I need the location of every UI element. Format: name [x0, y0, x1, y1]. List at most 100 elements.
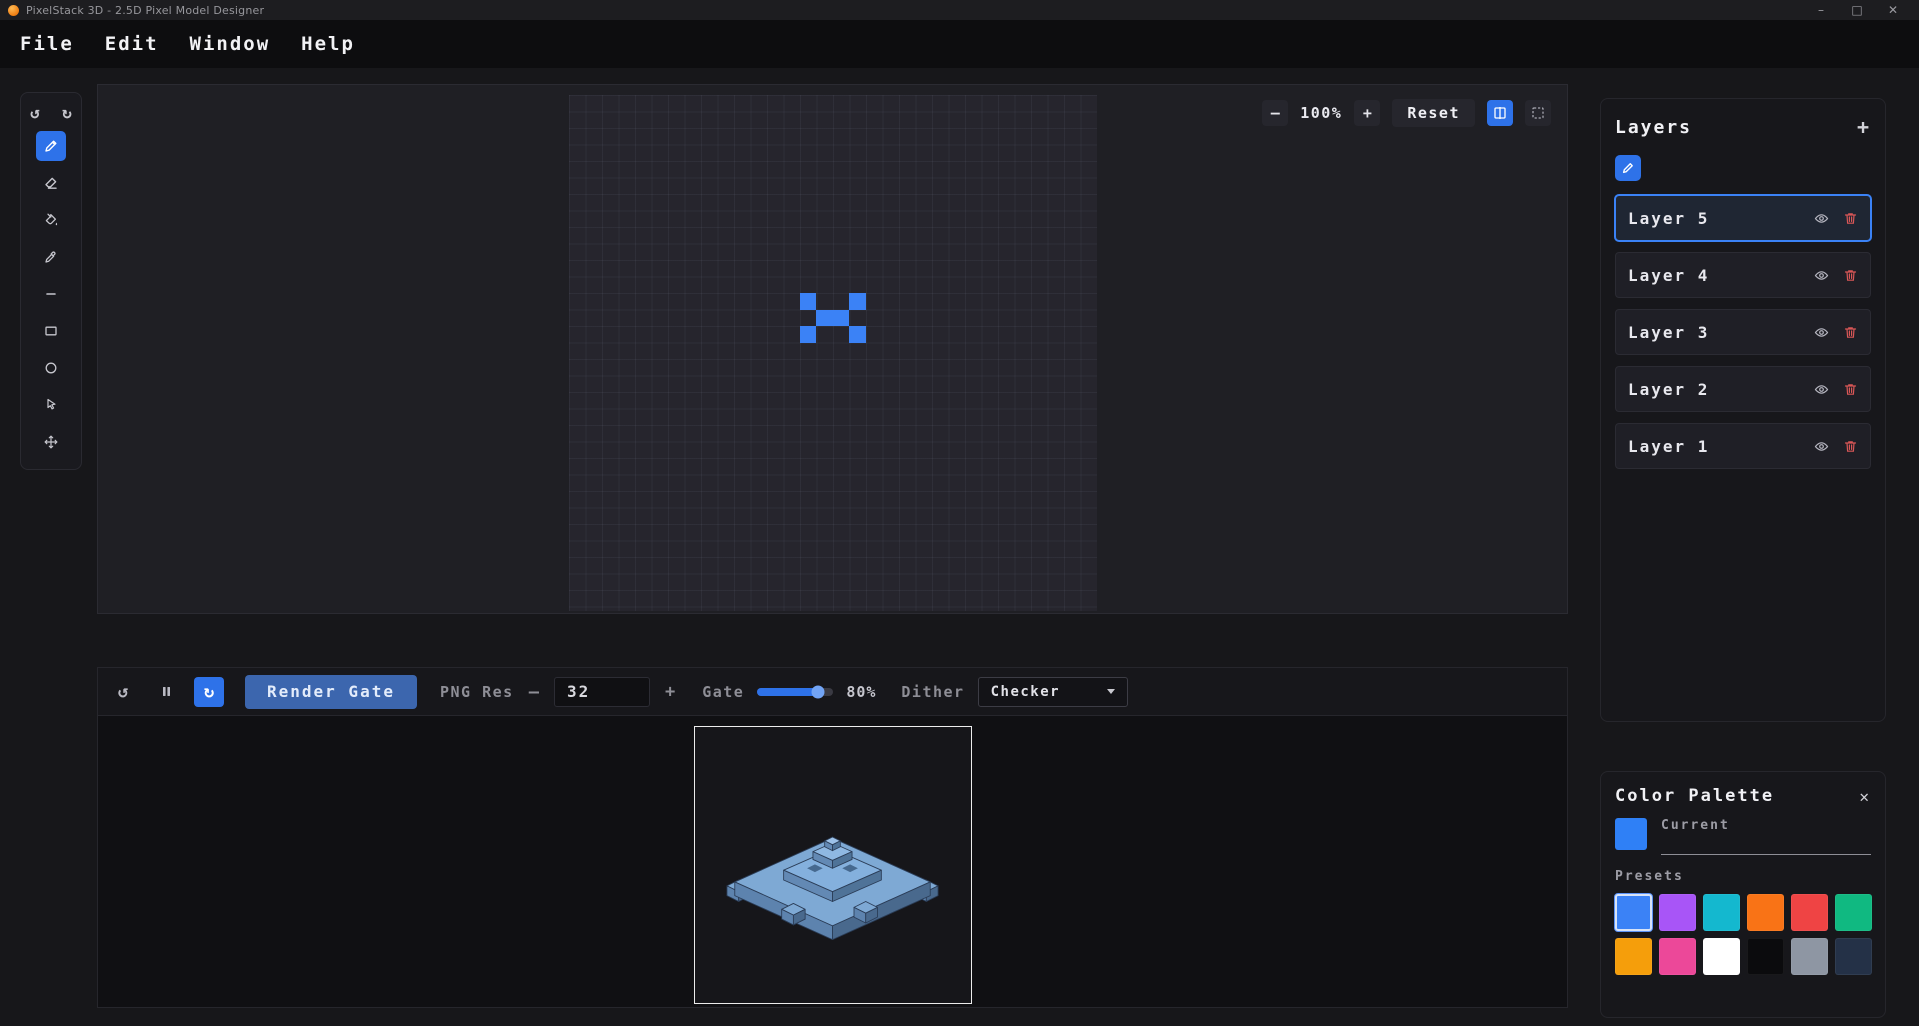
- gate-slider[interactable]: [757, 685, 834, 698]
- layers-panel-title: Layers: [1615, 116, 1693, 138]
- png-res-label: PNG Res: [439, 682, 514, 701]
- preset-swatch[interactable]: [1659, 894, 1696, 931]
- chevron-down-icon: [1106, 689, 1115, 694]
- preset-swatch[interactable]: [1703, 894, 1740, 931]
- layer-row[interactable]: Layer 1: [1615, 423, 1871, 469]
- cursor-icon: [47, 398, 56, 410]
- layer-delete-button[interactable]: [1843, 211, 1858, 226]
- eraser-tool-button[interactable]: [36, 168, 66, 198]
- presets-label: Presets: [1615, 869, 1684, 884]
- refresh-button[interactable]: ↻: [194, 676, 224, 707]
- dither-select[interactable]: Checker: [977, 676, 1128, 707]
- add-layer-button[interactable]: +: [1855, 115, 1871, 139]
- rectangle-icon: [45, 326, 57, 336]
- layer-visibility-button[interactable]: [1814, 382, 1829, 397]
- layer-delete-button[interactable]: [1843, 439, 1858, 454]
- dither-label: Dither: [901, 682, 965, 701]
- layer-row[interactable]: Layer 5: [1615, 195, 1871, 241]
- zoom-in-button[interactable]: +: [1354, 100, 1381, 126]
- undo-icon: ↺: [30, 102, 40, 122]
- gate-slider-fill: [757, 687, 819, 696]
- preset-swatch[interactable]: [1747, 938, 1784, 975]
- pencil-tool-button[interactable]: [36, 131, 66, 161]
- minimize-button[interactable]: –: [1803, 0, 1839, 20]
- plus-icon: +: [1362, 104, 1372, 122]
- trash-icon: [1844, 269, 1857, 281]
- select-tool-button[interactable]: [36, 390, 66, 420]
- layer-delete-button[interactable]: [1843, 325, 1858, 340]
- eye-icon: [1814, 384, 1829, 394]
- history-undo-button[interactable]: ↺: [108, 677, 138, 707]
- preview-area: [97, 716, 1568, 1008]
- canvas-pixel: [799, 293, 816, 310]
- eye-icon: [1814, 213, 1829, 223]
- layer-visibility-button[interactable]: [1814, 211, 1829, 226]
- pause-button[interactable]: [151, 677, 181, 707]
- maximize-button[interactable]: □: [1839, 0, 1875, 20]
- layer-brush-button[interactable]: [1615, 155, 1641, 181]
- layer-row[interactable]: Layer 4: [1615, 252, 1871, 298]
- close-button[interactable]: ✕: [1875, 0, 1911, 20]
- preset-swatch[interactable]: [1659, 938, 1696, 975]
- layer-visibility-button[interactable]: [1814, 268, 1829, 283]
- undo-button[interactable]: ↺: [24, 101, 46, 123]
- pixel-grid[interactable]: [568, 95, 1097, 611]
- eyedropper-tool-button[interactable]: [36, 242, 66, 272]
- rectangle-tool-button[interactable]: [36, 316, 66, 346]
- circle-icon: [45, 362, 57, 374]
- preset-swatch[interactable]: [1615, 894, 1652, 931]
- preset-swatch[interactable]: [1791, 938, 1828, 975]
- preset-swatch[interactable]: [1835, 894, 1872, 931]
- color-palette-panel: Color Palette ✕ Current Presets: [1600, 771, 1886, 1018]
- gate-slider-knob[interactable]: [811, 685, 825, 698]
- move-tool-button[interactable]: [36, 427, 66, 457]
- png-res-decrement-button[interactable]: –: [527, 682, 541, 702]
- menu-window[interactable]: Window: [190, 33, 271, 55]
- layer-delete-button[interactable]: [1843, 268, 1858, 283]
- palette-close-button[interactable]: ✕: [1857, 787, 1871, 806]
- layer-delete-button[interactable]: [1843, 382, 1858, 397]
- canvas-area: – 100% + Reset: [97, 84, 1568, 614]
- layer-visibility-button[interactable]: [1814, 325, 1829, 340]
- layer-name: Layer 4: [1628, 265, 1710, 285]
- reset-view-button[interactable]: Reset: [1392, 99, 1475, 127]
- preset-swatch[interactable]: [1615, 938, 1652, 975]
- eye-icon: [1814, 327, 1829, 337]
- menu-edit[interactable]: Edit: [105, 33, 159, 55]
- layer-row[interactable]: Layer 3: [1615, 309, 1871, 355]
- layer-name: Layer 1: [1628, 436, 1710, 456]
- current-color-swatch[interactable]: [1615, 818, 1647, 850]
- redo-button[interactable]: ↻: [56, 101, 78, 123]
- zoom-level-label: 100%: [1300, 104, 1343, 122]
- preset-swatch[interactable]: [1791, 894, 1828, 931]
- window-controls: – □ ✕: [1803, 0, 1911, 20]
- preset-swatch[interactable]: [1703, 938, 1740, 975]
- preset-swatch[interactable]: [1835, 938, 1872, 975]
- line-tool-button[interactable]: [36, 279, 66, 309]
- move-icon: [44, 435, 58, 449]
- zoom-out-button[interactable]: –: [1262, 100, 1289, 126]
- render-gate-button[interactable]: Render Gate: [245, 674, 417, 709]
- pencil-icon: [1622, 163, 1633, 174]
- current-color-input[interactable]: [1661, 837, 1871, 855]
- refresh-icon: ↻: [203, 681, 215, 702]
- menu-file[interactable]: File: [20, 33, 74, 55]
- trash-icon: [1844, 326, 1857, 338]
- layer-row[interactable]: Layer 2: [1615, 366, 1871, 412]
- trash-icon: [1844, 383, 1857, 395]
- layer-name: Layer 5: [1628, 208, 1710, 228]
- canvas-pixel: [832, 309, 849, 326]
- minus-icon: –: [528, 681, 539, 702]
- dither-selected-value: Checker: [990, 683, 1061, 700]
- layer-visibility-button[interactable]: [1814, 439, 1829, 454]
- png-res-increment-button[interactable]: +: [663, 682, 677, 702]
- guides-toggle-button[interactable]: [1525, 100, 1551, 126]
- circle-tool-button[interactable]: [36, 353, 66, 383]
- preset-swatch[interactable]: [1747, 894, 1784, 931]
- fill-tool-button[interactable]: [36, 205, 66, 235]
- menu-help[interactable]: Help: [301, 33, 355, 55]
- png-res-input[interactable]: [553, 676, 650, 707]
- eye-icon: [1814, 270, 1829, 280]
- flip-toggle-button[interactable]: [1487, 100, 1513, 126]
- undo-icon: ↺: [117, 681, 129, 702]
